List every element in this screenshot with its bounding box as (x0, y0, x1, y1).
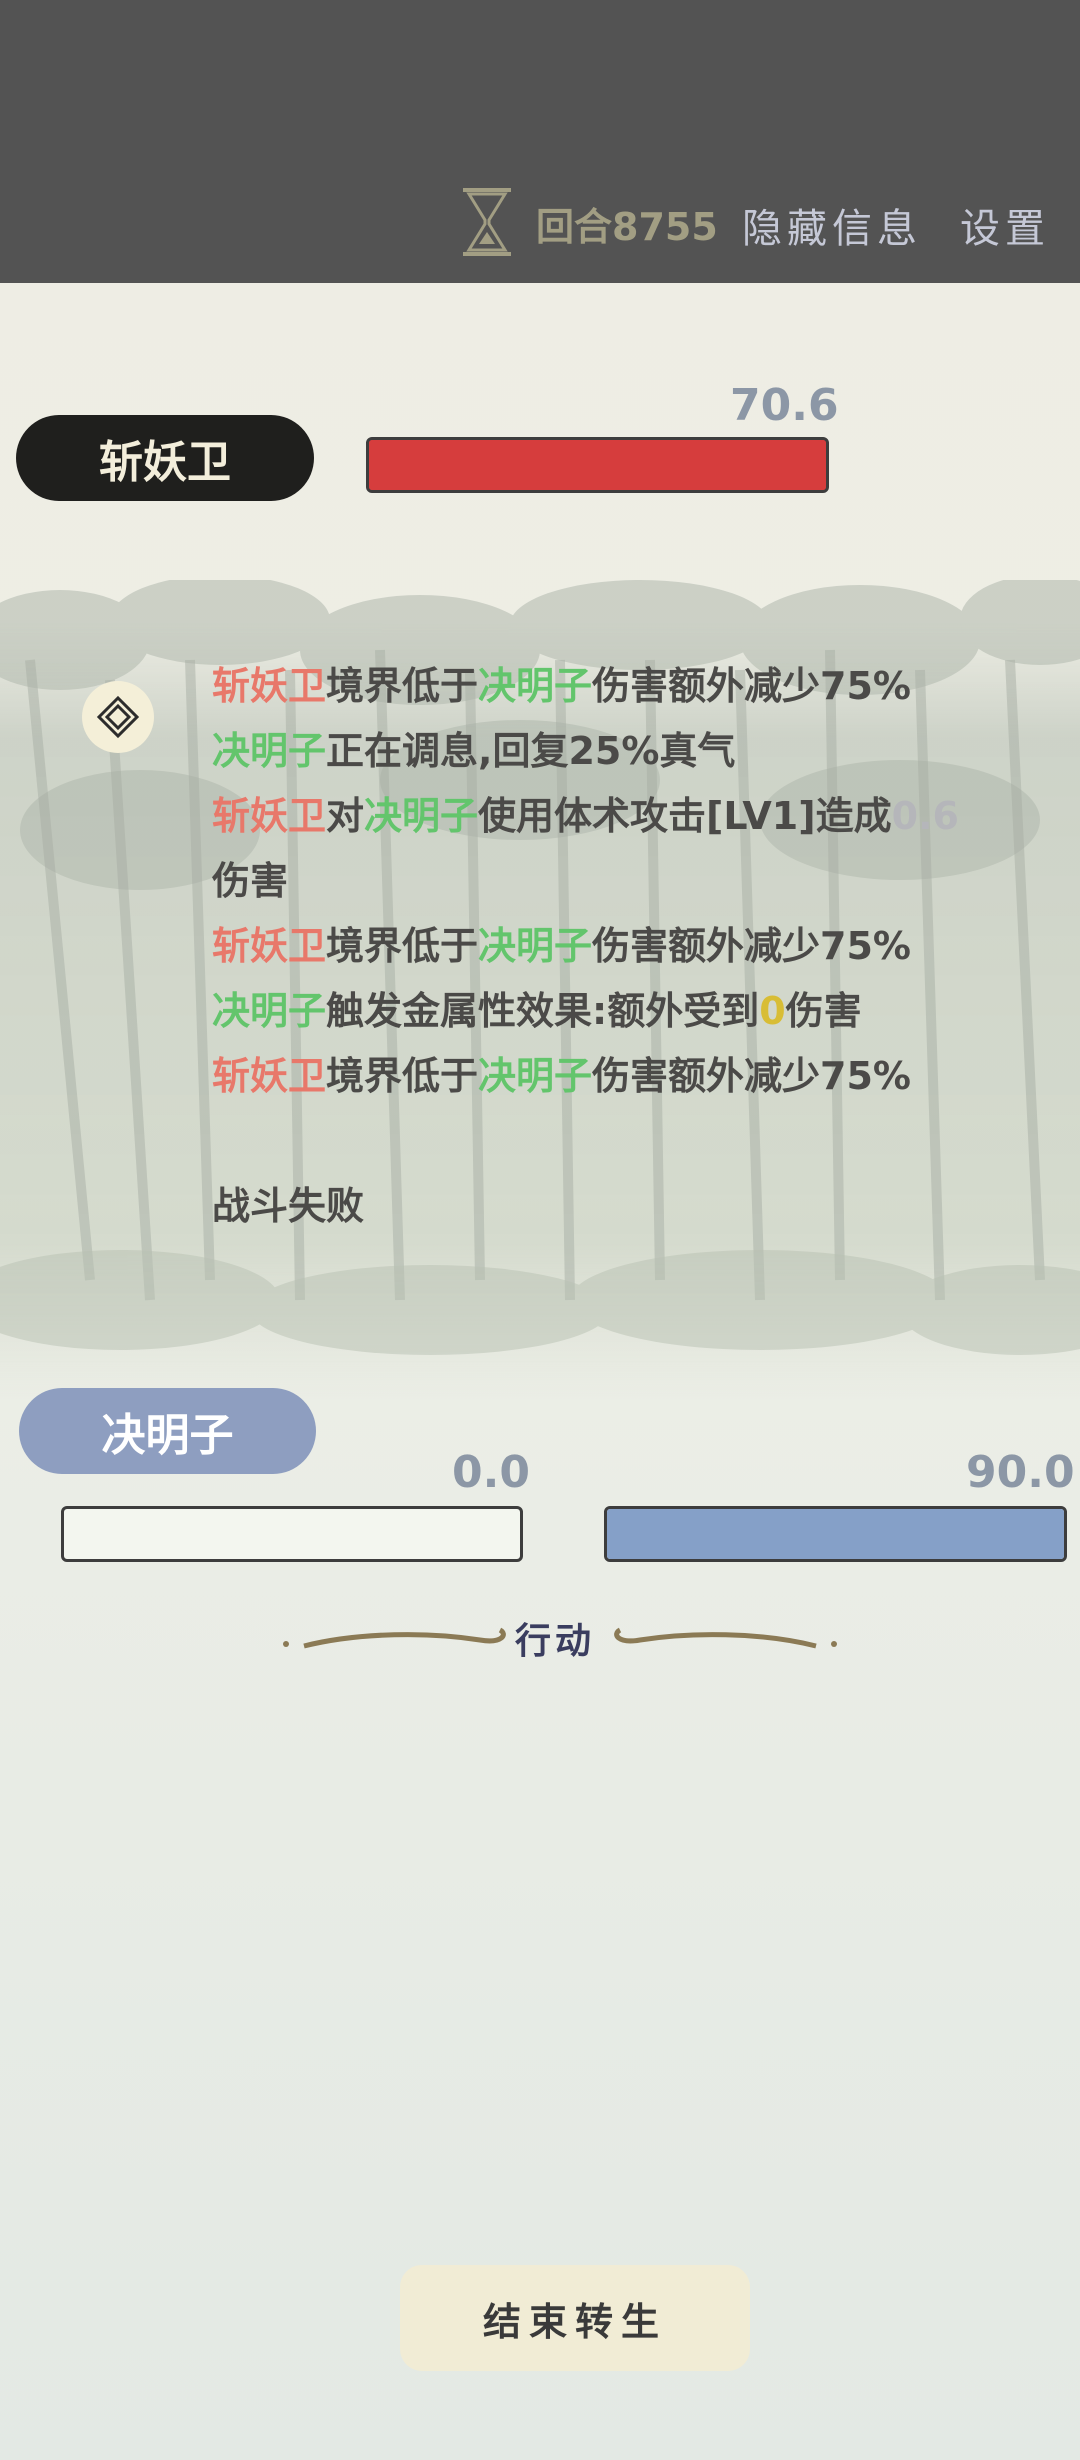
log-actor: 斩妖卫 (212, 664, 327, 708)
log-line: 决明子触发金属性效果:额外受到0伤害 (212, 979, 1042, 1044)
top-bar: 回合8755 隐藏信息 设置 (0, 0, 1080, 283)
log-actor: 斩妖卫 (212, 924, 327, 968)
log-text: 境界低于 (326, 1054, 479, 1098)
hide-info-button[interactable]: 隐藏信息 (742, 196, 922, 254)
log-target: 决明子 (478, 1054, 593, 1098)
log-target: 决明子 (478, 924, 593, 968)
log-text: 伤害额外减少75% (592, 664, 912, 708)
enemy-name-tag: 斩妖卫 (16, 415, 314, 501)
log-spacer (212, 1109, 1042, 1174)
log-damage-value: 0 (759, 989, 786, 1033)
log-target: 决明子 (478, 664, 593, 708)
log-text: 伤害 (785, 989, 862, 1033)
enemy-hp-value: 70.6 (730, 380, 839, 431)
log-damage-value: 0.6 (891, 794, 959, 838)
log-actor: 斩妖卫 (212, 1054, 327, 1098)
log-target: 决明子 (364, 794, 479, 838)
log-text: 伤害额外减少75% (592, 1054, 912, 1098)
settings-button[interactable]: 设置 (960, 196, 1050, 254)
log-text: 触发金属性效果:额外受到 (326, 989, 760, 1033)
log-text: 伤害 (212, 859, 289, 903)
player-hp-value: 0.0 (452, 1447, 530, 1498)
log-actor: 斩妖卫 (212, 794, 327, 838)
battle-log: 斩妖卫境界低于决明子伤害额外减少75% 决明子正在调息,回复25%真气 斩妖卫对… (212, 654, 1042, 1239)
log-text: 境界低于 (326, 664, 479, 708)
log-actor: 决明子 (212, 989, 327, 1033)
log-text: 使用体术攻击[LV1]造成 (478, 794, 892, 838)
action-section-label: 行动 (515, 1620, 596, 1662)
player-mp-fill (607, 1509, 1064, 1559)
log-text: 伤害额外减少75% (592, 924, 912, 968)
log-line: 伤害 (212, 849, 1042, 914)
player-mp-bar (604, 1506, 1067, 1562)
end-reincarnation-button[interactable]: 结束转生 (400, 2265, 750, 2371)
player-name-tag: 决明子 (19, 1388, 316, 1474)
enemy-hp-fill (369, 440, 826, 490)
log-text: 对 (326, 794, 365, 838)
log-text: 正在调息,回复25%真气 (326, 729, 736, 773)
battle-result: 战斗失败 (212, 1184, 365, 1228)
enemy-hp-bar (366, 437, 829, 493)
hourglass-icon (463, 188, 511, 256)
log-actor: 决明子 (212, 729, 327, 773)
player-mp-value: 90.0 (966, 1447, 1075, 1498)
log-line: 斩妖卫对决明子使用体术攻击[LV1]造成0.6 (212, 784, 1042, 849)
log-line: 决明子正在调息,回复25%真气 (212, 719, 1042, 784)
log-line: 斩妖卫境界低于决明子伤害额外减少75% (212, 914, 1042, 979)
log-text: 境界低于 (326, 924, 479, 968)
round-counter: 回合8755 (536, 205, 718, 249)
player-hp-bar (61, 1506, 523, 1562)
log-line: 斩妖卫境界低于决明子伤害额外减少75% (212, 1044, 1042, 1109)
log-line: 斩妖卫境界低于决明子伤害额外减少75% (212, 654, 1042, 719)
enemy-name: 斩妖卫 (99, 437, 231, 488)
player-name: 决明子 (101, 1410, 234, 1461)
diamond-icon[interactable] (82, 681, 154, 753)
